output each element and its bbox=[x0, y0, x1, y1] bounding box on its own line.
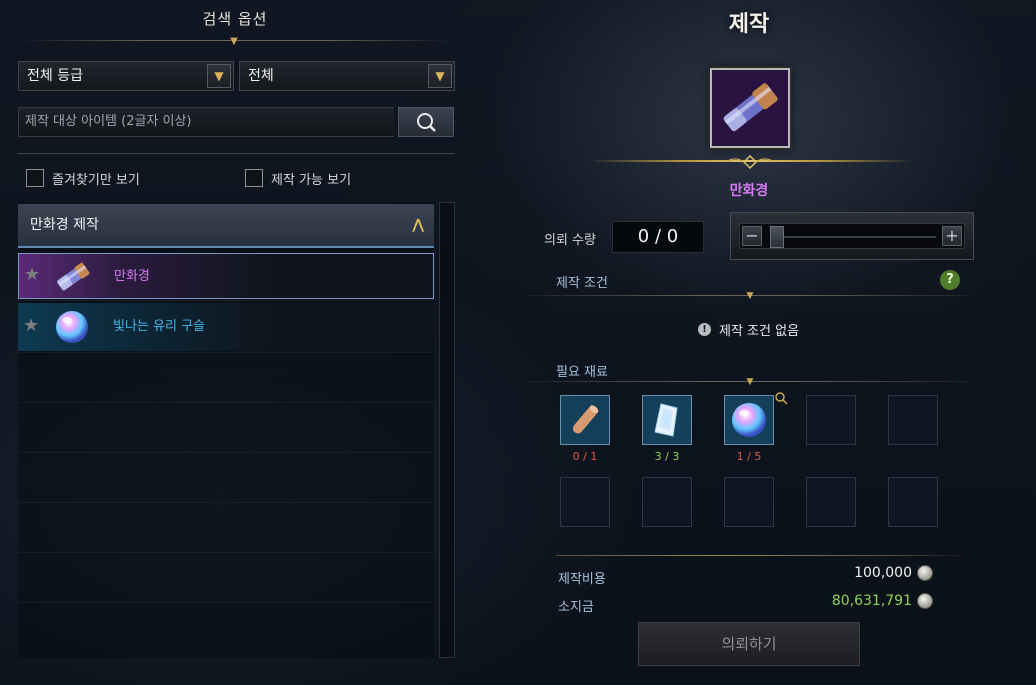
quantity-value: 0 / 0 bbox=[612, 221, 704, 253]
favorites-toggle[interactable]: 즐겨찾기만 보기 bbox=[26, 168, 140, 188]
cost-value: 100,000 bbox=[854, 565, 912, 581]
favorite-star-icon[interactable]: ★ bbox=[23, 316, 39, 336]
favorite-star-icon[interactable]: ★ bbox=[24, 265, 40, 285]
caret-down-icon: ▼ bbox=[230, 36, 238, 47]
list-item[interactable]: ★ 만화경 bbox=[18, 253, 434, 299]
material-slot[interactable] bbox=[642, 395, 692, 445]
conditions-label: 제작 조건 bbox=[556, 276, 608, 291]
row-divider bbox=[18, 602, 434, 603]
slider-track-frame: − + bbox=[739, 223, 965, 249]
search-placeholder: 제작 대상 아이템 (2글자 이상) bbox=[25, 114, 192, 129]
material-slot[interactable] bbox=[724, 395, 774, 445]
materials-label: 필요 재료 bbox=[556, 365, 608, 380]
slider-track[interactable] bbox=[770, 236, 936, 238]
glass-shard-icon bbox=[654, 403, 678, 437]
chevron-up-icon[interactable]: ⋀ bbox=[412, 204, 424, 246]
cost-divider bbox=[556, 555, 970, 556]
glowing-orb-icon bbox=[732, 403, 766, 437]
selected-item-slot[interactable] bbox=[710, 68, 790, 148]
grade-select-value: 전체 등급 bbox=[27, 68, 83, 84]
empty-material-slot bbox=[806, 395, 856, 445]
recipe-group-header[interactable]: 만화경 제작 ⋀ bbox=[18, 204, 434, 248]
material-count: 1 / 5 bbox=[736, 450, 762, 463]
request-button[interactable]: 의뢰하기 bbox=[638, 622, 860, 666]
filter-divider bbox=[18, 153, 454, 154]
increase-button[interactable]: + bbox=[942, 226, 962, 246]
silver-coin-icon bbox=[917, 593, 933, 609]
item-name: 만화경 bbox=[114, 269, 150, 284]
favorites-checkbox[interactable] bbox=[26, 169, 44, 187]
material-slot[interactable] bbox=[560, 395, 610, 445]
row-divider bbox=[18, 352, 434, 353]
empty-material-slot bbox=[806, 477, 856, 527]
crafting-window: 검색 옵션 ▼ 전체 등급 ▼ 전체 ▼ 제작 대상 아이템 (2글자 이상) … bbox=[0, 0, 1036, 685]
type-select-value: 전체 bbox=[248, 68, 274, 84]
info-icon: ! bbox=[698, 323, 711, 336]
favorites-label: 즐겨찾기만 보기 bbox=[52, 172, 140, 188]
row-divider bbox=[18, 300, 434, 301]
row-divider bbox=[18, 552, 434, 553]
craft-title: 제작 bbox=[728, 12, 770, 37]
kaleidoscope-icon bbox=[57, 262, 90, 291]
row-divider bbox=[18, 402, 434, 403]
chevron-down-icon[interactable]: ▼ bbox=[207, 64, 231, 88]
row-divider bbox=[18, 452, 434, 453]
silver-coin-icon bbox=[917, 565, 933, 581]
list-scrollbar[interactable] bbox=[439, 202, 455, 658]
search-icon bbox=[417, 113, 436, 132]
chevron-down-icon[interactable]: ▼ bbox=[428, 64, 452, 88]
decrease-button[interactable]: − bbox=[742, 226, 762, 246]
ornament-icon bbox=[725, 154, 775, 170]
caret-down-icon: ▼ bbox=[746, 377, 754, 387]
empty-material-slot bbox=[888, 477, 938, 527]
magnifier-icon[interactable] bbox=[774, 391, 788, 405]
search-button[interactable] bbox=[398, 107, 454, 137]
grade-select[interactable]: 전체 등급 ▼ bbox=[18, 61, 234, 91]
empty-material-slot bbox=[888, 395, 938, 445]
glowing-orb-icon bbox=[56, 311, 88, 343]
group-title: 만화경 제작 bbox=[30, 217, 99, 233]
material-count: 0 / 1 bbox=[572, 450, 598, 463]
owned-label: 소지금 bbox=[558, 600, 594, 615]
craftable-toggle[interactable]: 제작 가능 보기 bbox=[245, 168, 351, 188]
empty-material-slot bbox=[642, 477, 692, 527]
scroll-roll-icon bbox=[572, 405, 599, 434]
type-select[interactable]: 전체 ▼ bbox=[239, 61, 455, 91]
no-conditions-message: ! 제작 조건 없음 bbox=[698, 320, 799, 339]
owned-value: 80,631,791 bbox=[831, 593, 912, 609]
cost-label: 제작비용 bbox=[558, 572, 606, 587]
quantity-slider: − + bbox=[730, 212, 974, 260]
quantity-label: 의뢰 수량 bbox=[544, 233, 596, 248]
row-divider bbox=[18, 502, 434, 503]
help-icon[interactable]: ? bbox=[940, 270, 960, 290]
caret-down-icon: ▼ bbox=[746, 291, 754, 301]
slider-thumb[interactable] bbox=[770, 226, 784, 248]
list-item[interactable]: ★ 빛나는 유리 구슬 bbox=[18, 303, 434, 351]
no-conditions-text: 제작 조건 없음 bbox=[719, 324, 800, 339]
selected-item-name: 만화경 bbox=[729, 183, 769, 199]
search-options-header: 검색 옵션 bbox=[202, 10, 268, 28]
item-name: 빛나는 유리 구슬 bbox=[113, 319, 205, 334]
search-panel: 검색 옵션 ▼ 전체 등급 ▼ 전체 ▼ 제작 대상 아이템 (2글자 이상) … bbox=[0, 0, 470, 685]
search-input[interactable]: 제작 대상 아이템 (2글자 이상) bbox=[18, 107, 394, 137]
empty-material-slot bbox=[724, 477, 774, 527]
material-count: 3 / 3 bbox=[654, 450, 680, 463]
craftable-label: 제작 가능 보기 bbox=[271, 172, 352, 188]
kaleidoscope-icon bbox=[712, 70, 788, 146]
empty-material-slot bbox=[560, 477, 610, 527]
craftable-checkbox[interactable] bbox=[245, 169, 263, 187]
craft-panel: 제작 만화경 의뢰 수량 0 / 0 − + 제작 조건 ? ▼ ! 제작 조건… bbox=[528, 0, 1036, 685]
